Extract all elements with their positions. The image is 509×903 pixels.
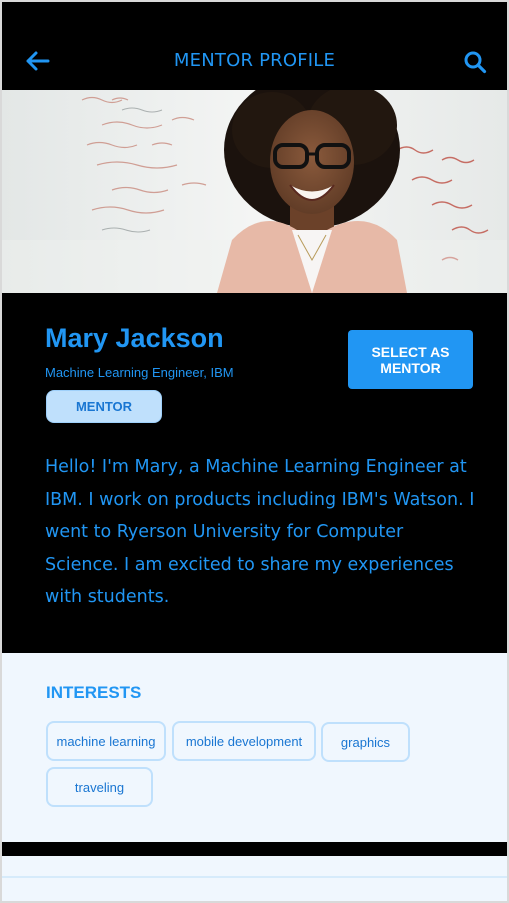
mentor-bio: Hello! I'm Mary, a Machine Learning Engi… <box>45 457 475 607</box>
section-divider-bar <box>2 842 507 856</box>
page-title: MENTOR PROFILE <box>173 50 336 71</box>
interest-chip-graphics[interactable]: graphics <box>321 722 410 762</box>
interest-chip-mobile-development[interactable]: mobile development <box>172 721 316 761</box>
role-badge: MENTOR <box>46 390 162 423</box>
footer-divider <box>2 876 507 878</box>
search-button[interactable] <box>460 47 490 77</box>
mentor-job-title: Machine Learning Engineer, IBM <box>45 365 234 380</box>
select-as-mentor-button[interactable]: SELECT AS MENTOR <box>348 330 473 389</box>
app-frame: MENTOR PROFILE Mary Jackson Machine Lear… <box>0 0 509 903</box>
profile-section: Mary Jackson Machine Learning Engineer, … <box>2 293 507 653</box>
search-icon <box>464 51 487 74</box>
mentor-photo <box>2 90 507 293</box>
interests-section: INTERESTS machine learning mobile develo… <box>2 653 507 842</box>
interests-heading: INTERESTS <box>46 683 142 702</box>
top-bar: MENTOR PROFILE <box>2 2 507 90</box>
mentor-name: Mary Jackson <box>45 323 224 353</box>
interest-chip-traveling[interactable]: traveling <box>46 767 153 807</box>
interest-chip-machine-learning[interactable]: machine learning <box>46 721 166 761</box>
footer-area <box>2 856 507 901</box>
